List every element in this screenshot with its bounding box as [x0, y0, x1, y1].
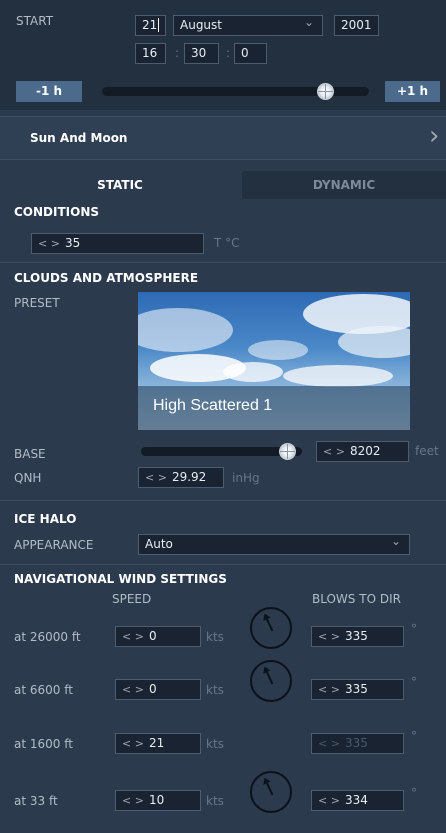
- wind-direction-field[interactable]: < >334: [311, 790, 404, 811]
- wind-speed-field[interactable]: < >21: [115, 733, 201, 754]
- tab-dynamic[interactable]: DYNAMIC: [242, 171, 446, 199]
- divider: [0, 262, 446, 263]
- minute-field[interactable]: 30: [184, 43, 219, 64]
- wind-direction-dial[interactable]: [250, 607, 292, 649]
- spin-arrows-icon[interactable]: < >: [122, 737, 144, 750]
- base-label: BASE: [14, 447, 46, 461]
- hour-field[interactable]: 16: [135, 43, 166, 64]
- wind-direction-field[interactable]: < >335: [311, 733, 404, 754]
- qnh-unit: inHg: [232, 471, 260, 485]
- dir-header: BLOWS TO DIR: [312, 592, 401, 606]
- plus-hour-button[interactable]: +1 h: [385, 81, 440, 102]
- spin-arrows-icon[interactable]: < >: [122, 794, 144, 807]
- degree-unit: °: [411, 729, 417, 743]
- ice-halo-title: ICE HALO: [14, 512, 77, 526]
- wind-direction-field[interactable]: < >335: [311, 626, 404, 647]
- chevron-down-icon: ⌄: [303, 15, 314, 29]
- wind-direction-dial[interactable]: [250, 660, 292, 702]
- degree-unit: °: [411, 622, 417, 636]
- wind-speed-field[interactable]: < >0: [115, 679, 201, 700]
- chevron-down-icon: ⌄: [390, 534, 401, 548]
- appearance-label: APPEARANCE: [14, 538, 94, 552]
- appearance-select[interactable]: Auto ⌄: [138, 534, 410, 555]
- wind-title: NAVIGATIONAL WIND SETTINGS: [14, 572, 227, 586]
- spin-arrows-icon[interactable]: < >: [122, 630, 144, 643]
- wind-speed-unit: kts: [206, 683, 224, 697]
- wind-altitude-label: at 1600 ft: [14, 737, 73, 751]
- wind-arrow-icon: [264, 779, 274, 796]
- wind-direction-field[interactable]: < >335: [311, 679, 404, 700]
- wind-arrow-icon: [264, 615, 274, 632]
- temperature-field[interactable]: < >35: [31, 233, 204, 254]
- spin-arrows-icon[interactable]: < >: [323, 445, 345, 458]
- temperature-unit: T °C: [214, 236, 240, 250]
- degree-unit: °: [411, 786, 417, 800]
- minus-hour-button[interactable]: -1 h: [16, 81, 82, 102]
- preset-name: High Scattered 1: [153, 397, 273, 414]
- spin-arrows-icon[interactable]: < >: [122, 683, 144, 696]
- cloud-preset-thumbnail[interactable]: High Scattered 1: [138, 292, 410, 430]
- wind-altitude-label: at 6600 ft: [14, 683, 73, 697]
- month-value: August: [180, 18, 222, 32]
- qnh-field[interactable]: < >29.92: [138, 467, 224, 488]
- day-field[interactable]: 21: [135, 15, 166, 36]
- qnh-label: QNH: [14, 471, 42, 485]
- wind-altitude-label: at 26000 ft: [14, 630, 81, 644]
- wind-arrow-icon: [264, 668, 274, 685]
- divider: [0, 500, 446, 501]
- wind-speed-unit: kts: [206, 794, 224, 808]
- spin-arrows-icon[interactable]: < >: [318, 683, 340, 696]
- degree-unit: °: [411, 675, 417, 689]
- second-field[interactable]: 0: [234, 43, 267, 64]
- chevron-right-icon: ›: [429, 121, 440, 151]
- base-slider-thumb[interactable]: [278, 443, 296, 460]
- spin-arrows-icon[interactable]: < >: [318, 794, 340, 807]
- spin-arrows-icon[interactable]: < >: [145, 471, 167, 484]
- wind-speed-field[interactable]: < >10: [115, 790, 201, 811]
- spin-arrows-icon[interactable]: < >: [318, 630, 340, 643]
- sun-moon-row[interactable]: Sun And Moon ›: [0, 116, 446, 160]
- base-field[interactable]: < >8202: [316, 441, 409, 462]
- divider: [0, 564, 446, 565]
- start-label: START: [16, 14, 54, 28]
- speed-header: SPEED: [112, 592, 152, 606]
- time-colon-2: :: [226, 46, 231, 60]
- wind-speed-unit: kts: [206, 630, 224, 644]
- preset-label: PRESET: [14, 296, 60, 310]
- tab-static[interactable]: STATIC: [0, 171, 240, 199]
- wind-altitude-label: at 33 ft: [14, 794, 58, 808]
- month-select[interactable]: August ⌄: [173, 15, 323, 36]
- sun-moon-label: Sun And Moon: [30, 131, 128, 145]
- wind-speed-field[interactable]: < >0: [115, 626, 201, 647]
- year-field[interactable]: 2001: [334, 15, 379, 36]
- spin-arrows-icon[interactable]: < >: [318, 737, 340, 750]
- time-colon-1: :: [175, 46, 180, 60]
- appearance-value: Auto: [145, 537, 173, 551]
- base-unit: feet: [415, 444, 439, 458]
- clouds-title: CLOUDS AND ATMOSPHERE: [14, 271, 199, 285]
- base-slider-track[interactable]: [141, 447, 302, 456]
- spin-arrows-icon[interactable]: < >: [38, 237, 60, 250]
- wind-speed-unit: kts: [206, 737, 224, 751]
- conditions-title: CONDITIONS: [14, 205, 100, 219]
- wind-direction-dial[interactable]: [250, 771, 292, 813]
